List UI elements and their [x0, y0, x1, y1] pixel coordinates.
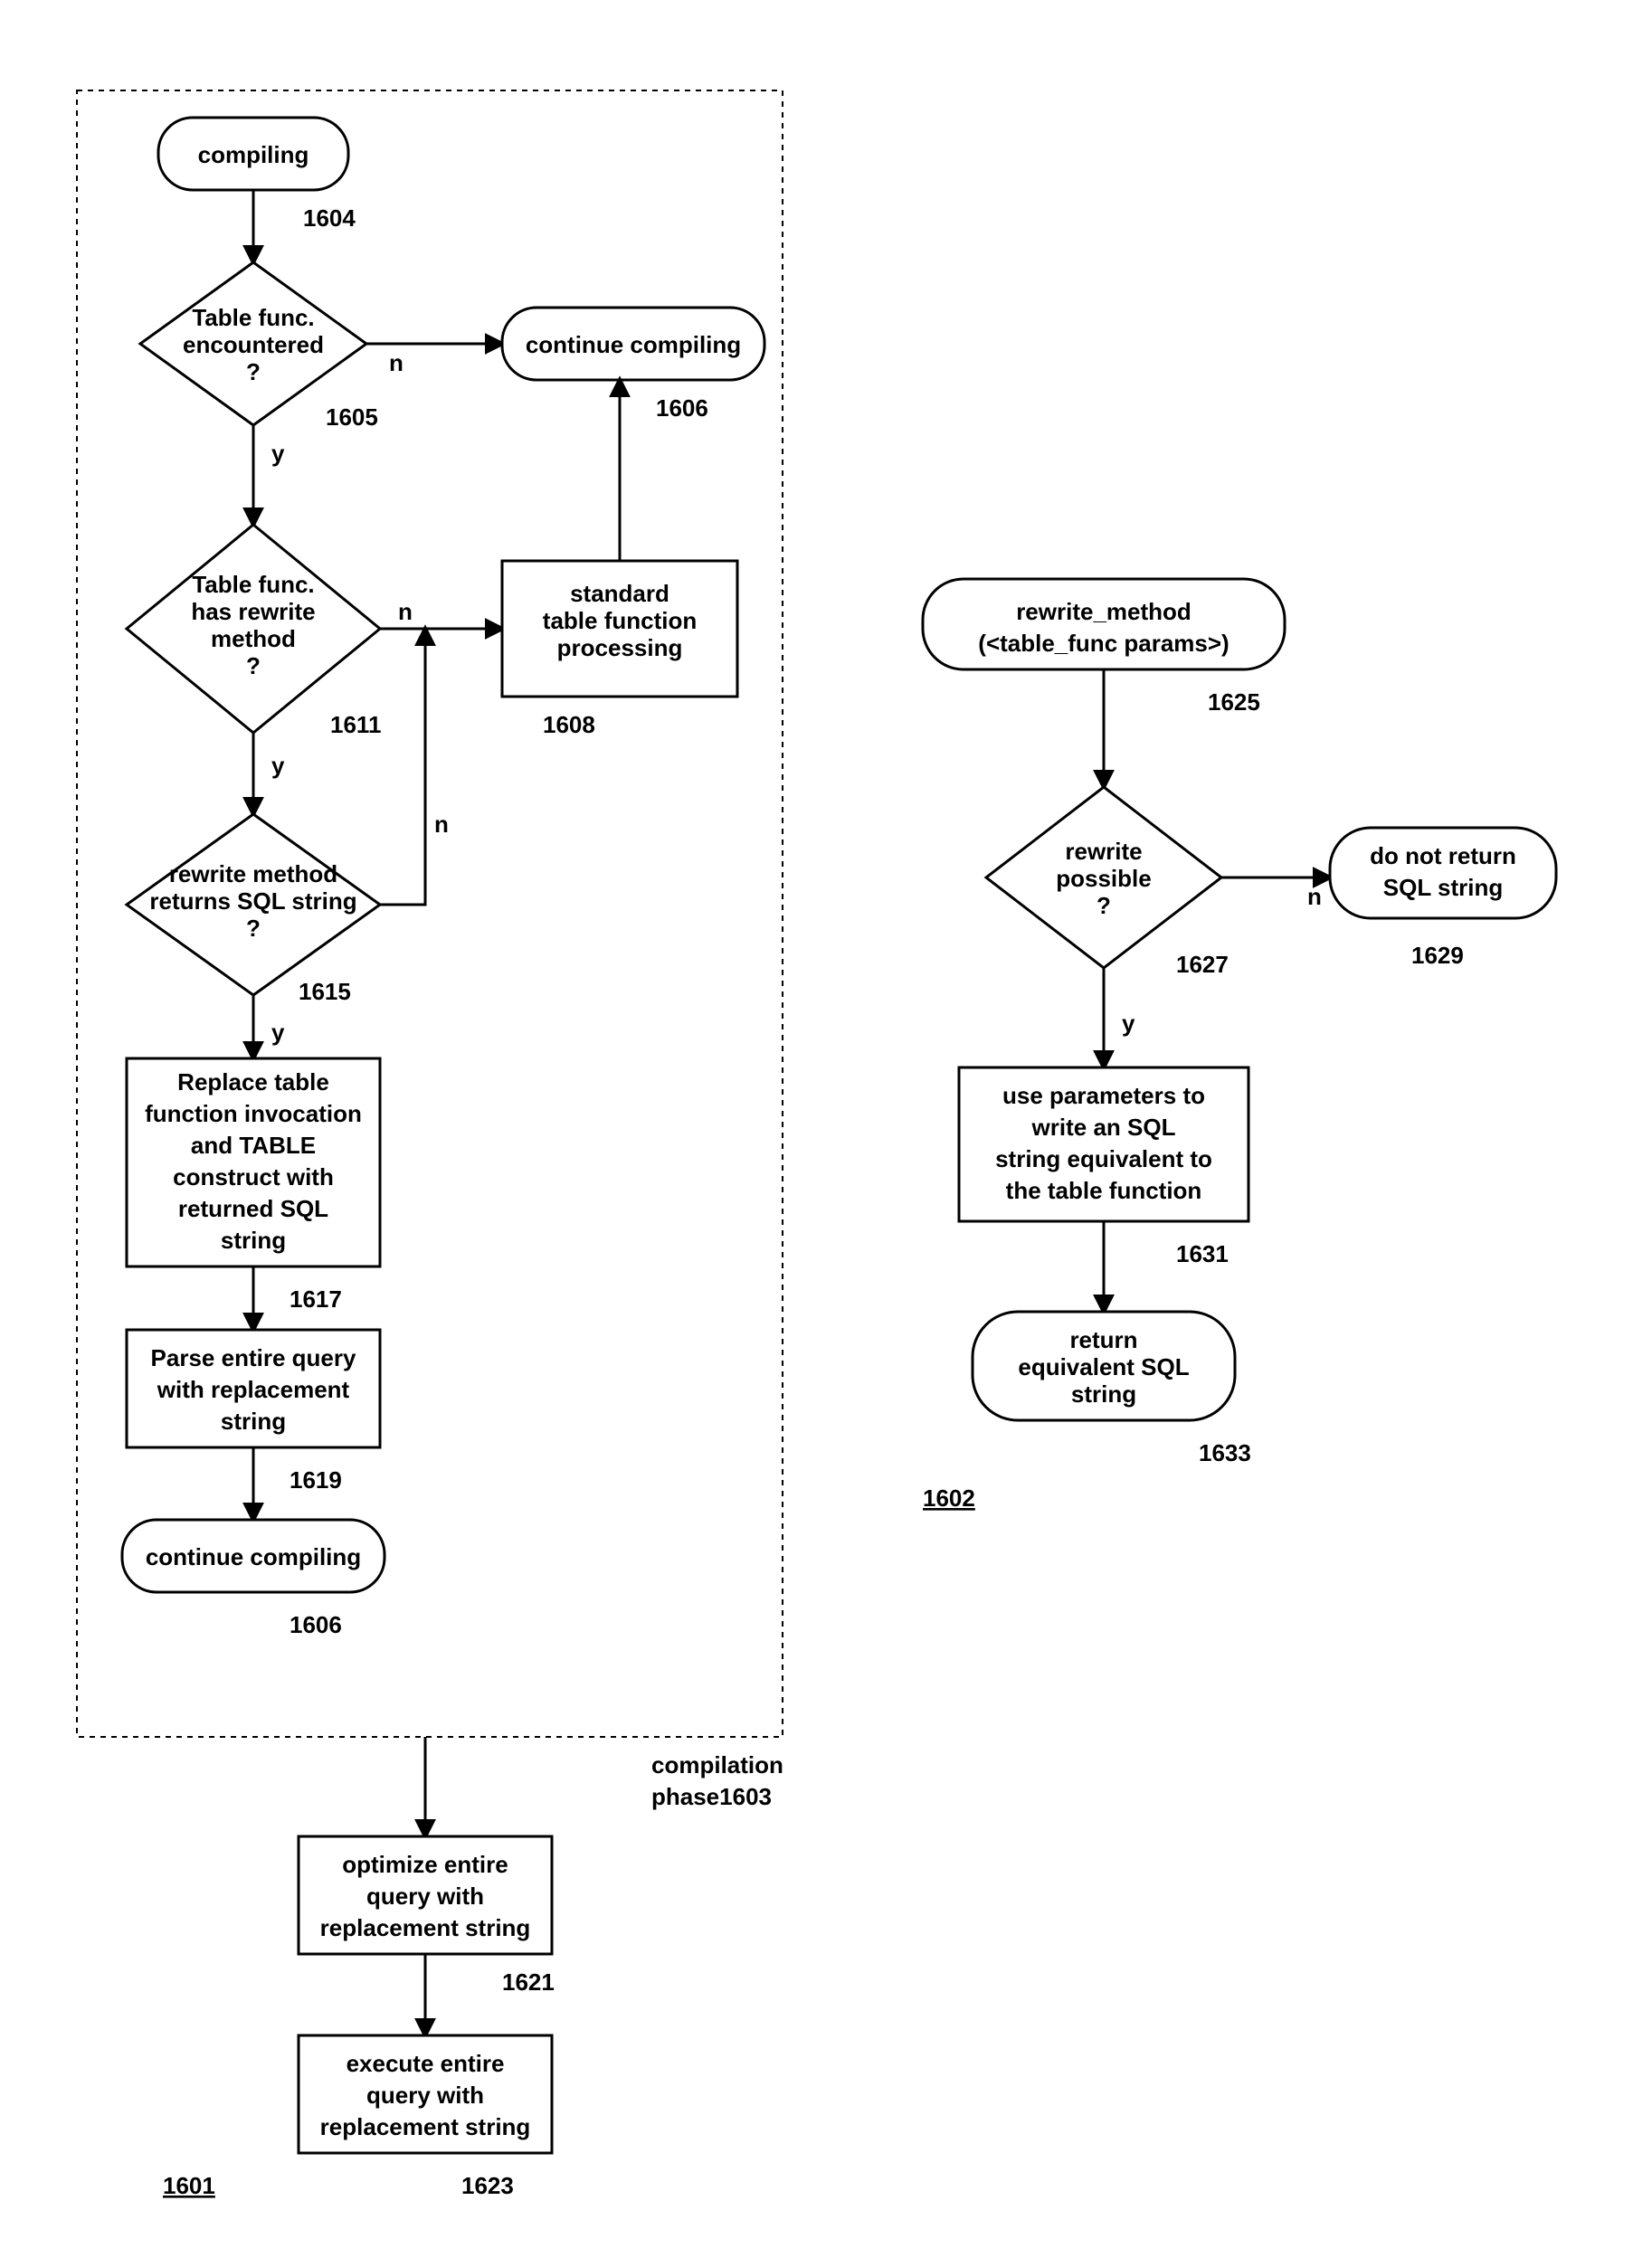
- svg-text:rewrite: rewrite: [1065, 838, 1142, 865]
- node-use-1631: use parameters to write an SQL string eq…: [959, 1067, 1248, 1221]
- svg-text:execute entire: execute entire: [347, 2050, 505, 2077]
- node-opt-1621: optimize entire query with replacement s…: [299, 1836, 552, 1954]
- svg-text:method: method: [211, 625, 296, 652]
- svg-text:returns SQL string: returns SQL string: [149, 887, 356, 915]
- decision-1611: Table func. has rewrite method ?: [127, 525, 380, 733]
- std-ref: 1608: [543, 711, 595, 738]
- svg-text:replacement string: replacement string: [320, 2113, 531, 2140]
- r-d1-ref: 1627: [1176, 951, 1229, 978]
- svg-text:equivalent SQL: equivalent SQL: [1018, 1353, 1189, 1380]
- svg-text:SQL string: SQL string: [1383, 874, 1503, 901]
- ret-ref: 1633: [1199, 1439, 1251, 1466]
- svg-text:(<table_func params>): (<table_func params>): [978, 630, 1229, 657]
- svg-text:optimize entire: optimize entire: [342, 1851, 508, 1878]
- svg-text:?: ?: [1097, 892, 1111, 919]
- node-std-1608: standard table function processing: [502, 561, 737, 697]
- parse-ref: 1619: [290, 1466, 342, 1494]
- svg-text:string: string: [221, 1227, 286, 1254]
- svg-text:?: ?: [246, 652, 261, 679]
- node-parse-1619: Parse entire query with replacement stri…: [127, 1330, 380, 1447]
- d2-n: n: [398, 598, 413, 625]
- decision-1627: rewrite possible ?: [986, 787, 1221, 968]
- node-ret-1633: return equivalent SQL string: [973, 1312, 1235, 1420]
- node-noret-1629: do not return SQL string: [1330, 828, 1556, 918]
- svg-text:return: return: [1069, 1326, 1137, 1353]
- svg-text:construct with: construct with: [173, 1163, 334, 1190]
- node-compiling: compiling: [158, 118, 348, 190]
- svg-text:string equivalent to: string equivalent to: [995, 1145, 1212, 1172]
- svg-text:returned SQL: returned SQL: [178, 1195, 328, 1222]
- d1-ref: 1605: [326, 403, 378, 431]
- svg-text:?: ?: [246, 915, 261, 942]
- d3-ref: 1615: [299, 978, 351, 1005]
- svg-text:string: string: [221, 1408, 286, 1435]
- cont2-ref: 1606: [290, 1611, 342, 1638]
- left-fig-ref: 1601: [163, 2172, 215, 2199]
- svg-text:query with: query with: [366, 2082, 484, 2109]
- compiling-ref: 1604: [303, 204, 356, 232]
- svg-text:Replace table: Replace table: [177, 1068, 329, 1096]
- svg-text:write an SQL: write an SQL: [1031, 1114, 1176, 1141]
- svg-text:?: ?: [246, 358, 261, 385]
- opt-ref: 1621: [502, 1968, 555, 1996]
- svg-text:with replacement: with replacement: [157, 1376, 350, 1403]
- svg-text:do not return: do not return: [1370, 842, 1516, 869]
- svg-text:standard: standard: [570, 580, 669, 607]
- svg-text:table function: table function: [543, 607, 697, 634]
- d1-n: n: [389, 349, 404, 376]
- svg-text:function invocation: function invocation: [145, 1100, 362, 1127]
- edge: [380, 629, 425, 905]
- svg-text:rewrite_method: rewrite_method: [1016, 598, 1192, 625]
- compiling-label: compiling: [198, 141, 309, 168]
- cont1-label: continue compiling: [526, 331, 741, 358]
- svg-text:Parse entire query: Parse entire query: [151, 1344, 356, 1371]
- svg-text:query with: query with: [366, 1883, 484, 1910]
- d2-ref: 1611: [330, 711, 381, 738]
- right-fig-ref: 1602: [923, 1484, 975, 1512]
- phase-label-2: phase1603: [651, 1783, 772, 1810]
- svg-text:Table func.: Table func.: [192, 571, 314, 598]
- node-replace-1617: Replace table function invocation and TA…: [127, 1058, 380, 1266]
- r-d1-n: n: [1307, 883, 1322, 910]
- d2-y: y: [271, 752, 285, 779]
- d1-y: y: [271, 440, 285, 467]
- node-continue-1606b: continue compiling: [122, 1520, 385, 1592]
- svg-text:Table func.: Table func.: [192, 304, 314, 331]
- decision-1605: Table func. encountered ?: [140, 262, 366, 425]
- decision-1615: rewrite method returns SQL string ?: [127, 814, 380, 995]
- svg-text:rewrite method: rewrite method: [169, 860, 337, 887]
- use-ref: 1631: [1176, 1240, 1229, 1267]
- r-start-ref: 1625: [1208, 688, 1260, 716]
- d3-n: n: [434, 811, 449, 838]
- svg-text:encountered: encountered: [183, 331, 324, 358]
- phase-label-1: compilation: [651, 1751, 783, 1779]
- noret-ref: 1629: [1411, 942, 1464, 969]
- exec-ref: 1623: [461, 2172, 514, 2199]
- svg-text:replacement string: replacement string: [320, 1914, 531, 1941]
- node-exec-1623: execute entire query with replacement st…: [299, 2035, 552, 2153]
- node-continue-1606: continue compiling: [502, 308, 764, 380]
- r-d1-y: y: [1122, 1010, 1135, 1037]
- svg-text:has rewrite: has rewrite: [191, 598, 315, 625]
- svg-text:string: string: [1071, 1380, 1136, 1408]
- cont2-label: continue compiling: [146, 1543, 361, 1570]
- svg-text:the table function: the table function: [1006, 1177, 1202, 1204]
- svg-text:and TABLE: and TABLE: [191, 1132, 316, 1159]
- cont1-ref: 1606: [656, 394, 708, 422]
- svg-text:processing: processing: [557, 634, 683, 661]
- node-rewrite-start: rewrite_method (<table_func params>): [923, 579, 1285, 669]
- svg-text:possible: possible: [1056, 865, 1151, 892]
- replace-ref: 1617: [290, 1285, 342, 1313]
- svg-text:use parameters to: use parameters to: [1002, 1082, 1205, 1109]
- d3-y: y: [271, 1019, 285, 1046]
